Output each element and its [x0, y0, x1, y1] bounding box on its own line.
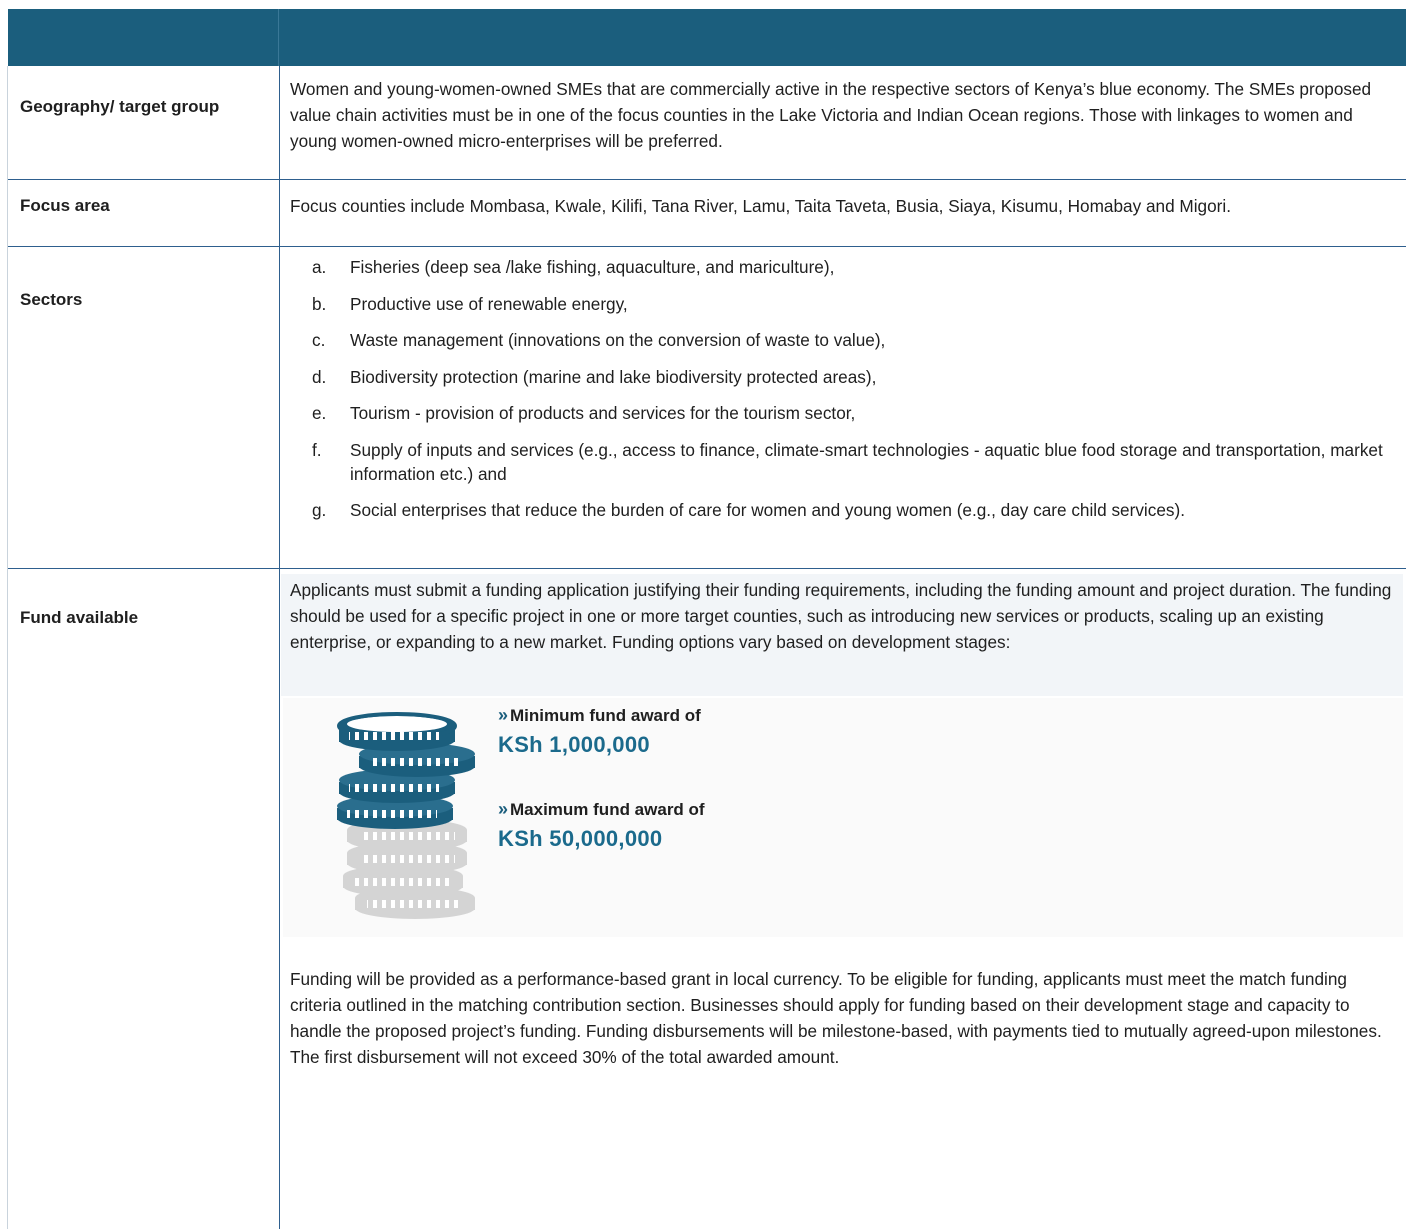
- max-fund-caption: Maximum fund award of: [510, 799, 705, 819]
- list-text: Productive use of renewable energy,: [350, 293, 628, 314]
- list-item: e. Tourism - provision of products and se…: [290, 401, 1390, 425]
- min-fund-amount: KSh 1,000,000: [498, 732, 650, 757]
- row-divider: [8, 179, 1406, 180]
- coin-stack-icon: [337, 712, 475, 919]
- sectors-list: a. Fisheries (deep sea /lake fishing, aqu…: [290, 255, 1390, 535]
- min-fund-caption: Minimum fund award of: [510, 705, 701, 725]
- double-chevron-icon: »: [498, 705, 508, 725]
- max-fund-award: » Maximum fund award of KSh 50,000,000: [498, 799, 705, 852]
- table-header: [8, 9, 1406, 66]
- fund-available-label: Fund available: [20, 608, 139, 627]
- list-item: f. Supply of inputs and services (e.g., a…: [290, 438, 1390, 486]
- list-text: Waste management (innovations on the con…: [350, 330, 886, 350]
- max-fund-amount: KSh 50,000,000: [498, 826, 663, 851]
- row-divider: [8, 568, 1406, 569]
- list-letter: b.: [312, 293, 327, 314]
- min-fund-award: » Minimum fund award of KSh 1,000,000: [498, 705, 701, 758]
- list-letter: c.: [312, 330, 326, 350]
- geography-text: Women and young-women-owned SMEs that ar…: [290, 79, 1372, 151]
- double-chevron-icon: »: [498, 799, 508, 819]
- list-letter: d.: [312, 366, 327, 387]
- fund-details-text: Funding will be provided as a performanc…: [290, 969, 1382, 1067]
- list-item: b. Productive use of renewable energy,: [290, 292, 1390, 316]
- list-text: Tourism - provision of products and serv…: [350, 403, 856, 423]
- column-divider: [279, 66, 280, 1229]
- list-text: Fisheries (deep sea /lake fishing, aquac…: [350, 257, 835, 277]
- geography-label: Geography/ target group: [20, 97, 220, 116]
- header-divider: [278, 9, 279, 66]
- sectors-label: Sectors: [20, 290, 83, 309]
- list-text: Supply of inputs and services (e.g., acc…: [350, 439, 1383, 484]
- focus-area-label: Focus area: [20, 196, 110, 215]
- list-text: Social enterprises that reduce the burde…: [350, 500, 1185, 520]
- list-item: a. Fisheries (deep sea /lake fishing, aqu…: [290, 255, 1390, 279]
- list-item: d. Biodiversity protection (marine and l…: [290, 365, 1390, 389]
- list-item: g. Social enterprises that reduce the bur…: [290, 498, 1390, 522]
- list-letter: g.: [312, 500, 327, 520]
- fund-intro-text: Applicants must submit a funding applica…: [290, 580, 1392, 652]
- row-divider: [8, 246, 1406, 247]
- list-letter: f.: [312, 439, 322, 460]
- list-letter: a.: [312, 257, 327, 277]
- table-left-border: [7, 66, 8, 1229]
- focus-area-text: Focus counties include Mombasa, Kwale, K…: [290, 196, 1231, 216]
- list-text: Biodiversity protection (marine and lake…: [350, 366, 877, 387]
- list-letter: e.: [312, 403, 327, 423]
- list-item: c. Waste management (innovations on the c…: [290, 328, 1390, 352]
